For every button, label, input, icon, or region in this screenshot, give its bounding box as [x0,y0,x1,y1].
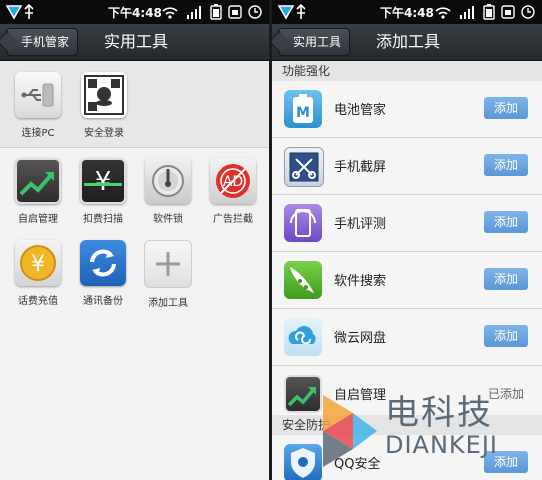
tool-label: 添加工具 [148,298,188,309]
ad-block-icon: AD [210,158,256,204]
add-button[interactable]: 添加 [484,211,528,233]
connection-tools-grid: 连接PC 安全登录 [0,61,269,148]
status-time: 下午4:48 [108,6,162,20]
tool-label: 连接PC [21,128,55,139]
section-header-enhance: 功能强化 [272,61,542,81]
page-title: 添加工具 [376,32,441,51]
svg-text:¥: ¥ [31,252,45,277]
sync-backup-icon [80,240,126,286]
screenshot-scissors-icon [284,147,324,187]
list-item-weiyun[interactable]: 微云网盘 添加 [272,309,542,366]
tool-contacts-backup[interactable]: 通讯备份 [71,240,135,307]
svg-text:¥: ¥ [95,167,112,197]
svg-text:M: M [296,105,310,121]
svg-text:AD: AD [223,174,243,190]
status-bar: 下午4:48 [0,0,269,24]
tool-label: 话费充值 [18,296,58,307]
status-indicators [159,3,263,24]
title-bar: 实用工具 添加工具 [272,24,542,61]
status-time: 下午4:48 [380,6,434,20]
utility-tools-screen: 下午4:48 手机管家 实用工具 连接PC 安全登录 自启管理 ¥ 扣费扫描 软… [0,0,269,480]
add-button[interactable]: 添加 [484,325,528,347]
tool-label: 安全登录 [84,128,124,139]
title-bar: 手机管家 实用工具 [0,24,269,61]
add-button[interactable]: 添加 [484,268,528,290]
back-button[interactable]: 手机管家 [6,28,79,56]
back-button[interactable]: 实用工具 [278,28,351,56]
tool-secure-login[interactable]: 安全登录 [72,72,136,139]
tool-fee-scan[interactable]: ¥ 扣费扫描 [71,158,135,225]
page-title: 实用工具 [104,32,169,51]
list-item-screenshot[interactable]: 手机截屏 添加 [272,138,542,195]
item-name: 手机评测 [334,217,387,232]
notification-icons [5,3,45,24]
notification-icons [277,3,317,24]
battery-manager-icon: M [284,90,322,128]
tool-ad-block[interactable]: AD 广告拦截 [201,158,265,225]
qr-login-icon [81,72,127,118]
weiyun-cloud-icon [284,318,322,356]
watermark-cn-text: 电科技 [385,393,493,433]
usb-icon [15,72,61,118]
list-item-battery[interactable]: M 电池管家 添加 [272,81,542,138]
tool-label: 广告拦截 [213,214,253,225]
list-item-app-search[interactable]: 软件搜索 添加 [272,252,542,309]
item-name: 微云网盘 [334,331,387,346]
item-name: 手机截屏 [334,160,387,175]
tool-label: 自启管理 [18,214,58,225]
tool-label: 通讯备份 [83,296,123,307]
list-item-benchmark[interactable]: 手机评测 添加 [272,195,542,252]
tool-connect-pc[interactable]: 连接PC [6,72,70,139]
tool-add-tool[interactable]: 添加工具 [136,240,200,309]
item-name: 电池管家 [334,103,387,118]
tool-label: 扣费扫描 [83,214,123,225]
watermark-en-text: DIANKEJI [385,431,498,459]
add-button[interactable]: 添加 [484,97,528,119]
tool-app-lock[interactable]: 软件锁 [136,158,200,225]
item-name: 软件搜索 [334,274,387,289]
plus-icon [144,240,192,288]
tool-autostart[interactable]: 自启管理 [6,158,70,225]
yuan-scan-icon: ¥ [80,158,126,204]
status-indicators [432,3,536,24]
tool-label: 软件锁 [153,214,183,225]
app-search-icon [284,261,322,299]
autostart-chart-icon [15,158,61,204]
watermark-logo-icon [323,395,377,467]
status-bar: 下午4:48 [272,0,542,24]
phone-benchmark-icon [284,204,322,242]
yuan-coin-icon: ¥ [15,240,61,286]
add-button[interactable]: 添加 [484,154,528,176]
watermark: 电科技 DIANKEJI [315,385,542,480]
lock-dial-icon [145,158,191,204]
tool-recharge[interactable]: ¥ 话费充值 [6,240,70,307]
